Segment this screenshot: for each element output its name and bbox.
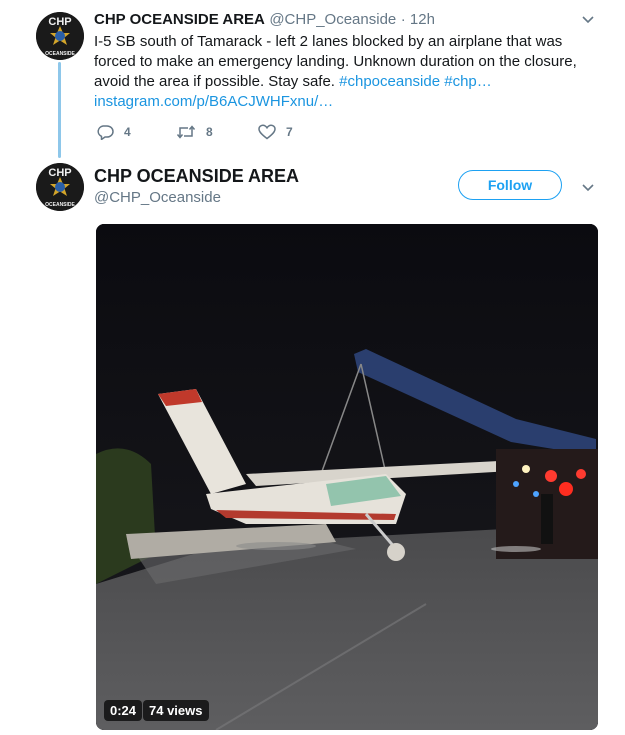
video-thumbnail	[96, 224, 598, 730]
follow-button[interactable]: Follow	[458, 170, 562, 200]
tweet-timestamp[interactable]: · 12h	[401, 11, 435, 28]
more-options-icon[interactable]	[581, 180, 595, 197]
author-name[interactable]: CHP OCEANSIDE AREA	[94, 166, 299, 187]
avatar-top-text: CHP	[48, 16, 71, 28]
retweet-icon	[176, 125, 196, 139]
more-options-icon[interactable]	[581, 12, 595, 29]
heart-icon	[258, 124, 276, 140]
retweet-button[interactable]: 8	[176, 124, 213, 140]
avatar-bottom-text: OCEANSIDE	[45, 202, 75, 208]
video-views-badge: 74 views	[143, 700, 209, 721]
author-handle[interactable]: @CHP_Oceanside	[269, 11, 396, 28]
tweet-text: I-5 SB south of Tamarack - left 2 lanes …	[94, 33, 577, 90]
retweet-count: 8	[206, 125, 213, 139]
chp-badge-icon: CHP OCEANSIDE	[36, 163, 84, 211]
avatar[interactable]: CHP OCEANSIDE	[36, 12, 84, 60]
video-duration-badge: 0:24	[104, 700, 143, 721]
reply-count: 4	[124, 125, 131, 139]
tweet-body: I-5 SB south of Tamarack - left 2 lanes …	[94, 32, 589, 92]
reply-icon	[97, 125, 114, 140]
like-button[interactable]: 7	[258, 124, 293, 140]
thread-line	[58, 62, 61, 158]
video-player[interactable]	[96, 224, 598, 730]
avatar-top-text: CHP	[48, 167, 71, 179]
tweet-header: CHP OCEANSIDE AREA @CHP_Oceanside · 12h	[94, 11, 435, 29]
like-count: 7	[286, 125, 293, 139]
author-name[interactable]: CHP OCEANSIDE AREA	[94, 11, 265, 28]
hashtag-links[interactable]: #chpoceanside #chp…	[339, 73, 492, 90]
reply-button[interactable]: 4	[96, 124, 131, 140]
chp-badge-icon: CHP OCEANSIDE	[36, 12, 84, 60]
avatar[interactable]: CHP OCEANSIDE	[36, 163, 84, 211]
instagram-link[interactable]: instagram.com/p/B6ACJWHFxnu/…	[94, 92, 333, 112]
avatar-bottom-text: OCEANSIDE	[45, 51, 75, 57]
author-handle[interactable]: @CHP_Oceanside	[94, 189, 221, 206]
